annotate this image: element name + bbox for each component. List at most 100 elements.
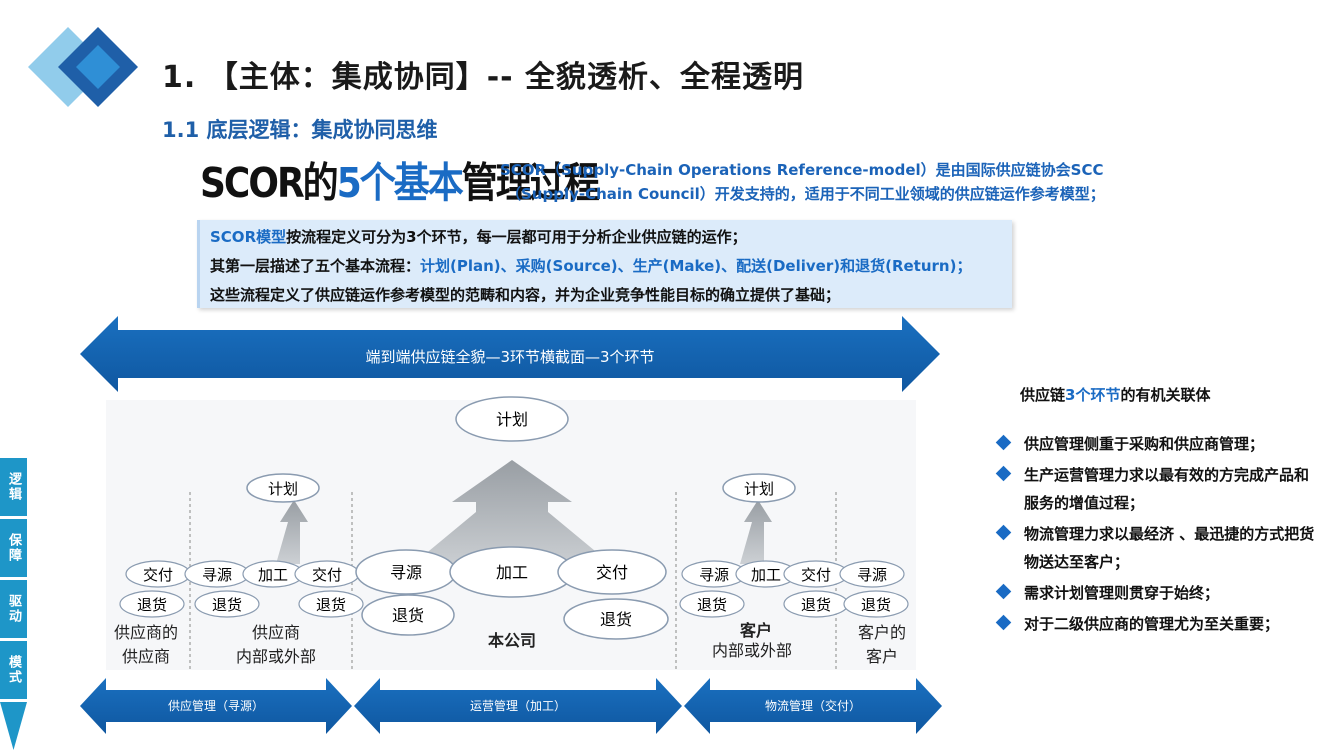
scor-process-diagram: 端到端供应链全貌—3环节横截面—3个环节 计划 计划 计划 交付 退货 寻源 加… — [80, 316, 942, 734]
customer-deliver: 交付 — [783, 560, 849, 588]
bullet-text: 对于二级供应商的管理尤为至关重要； — [1024, 615, 1280, 633]
logo-diamonds — [28, 27, 138, 107]
info-line1-highlight: SCOR模型 — [210, 228, 287, 246]
bullet-item: 对于二级供应商的管理尤为至关重要； — [995, 610, 1318, 638]
page-title: 1. 【主体：集成协同】-- 全貌透析、全程透明 — [162, 60, 805, 95]
supplier-make: 加工 — [242, 560, 304, 588]
svg-text:退货: 退货 — [600, 610, 632, 629]
scor-heading-highlight: 5个基本 — [336, 160, 464, 208]
bullet-text: 生产运营管理力求以最有效的方完成产品和服务的增值过程； — [1024, 466, 1310, 512]
info-line-1: SCOR模型按流程定义可分为3个环节，每一层都可用于分析企业供应链的运作； — [210, 226, 747, 247]
customer-return-a: 退货 — [679, 590, 745, 618]
plan-right: 计划 — [722, 473, 796, 503]
info-line-2: 其第一层描述了五个基本流程：计划(Plan)、采购(Source)、生产(Mak… — [210, 255, 971, 276]
svg-text:退货: 退货 — [137, 596, 167, 614]
company-make: 加工 — [449, 546, 575, 598]
supplier-source: 寻源 — [184, 560, 250, 588]
entity-supplier-2: 内部或外部 — [236, 647, 316, 666]
svg-text:寻源: 寻源 — [390, 563, 422, 582]
scor-desc-line2: （Supply-Chain Council）开发支持的，适用于不同工业领域的供应… — [506, 185, 1105, 203]
bullet-item: 供应管理侧重于采购和供应商管理； — [995, 430, 1318, 458]
svg-text:寻源: 寻源 — [857, 566, 887, 584]
bullet-text: 供应管理侧重于采购和供应商管理； — [1024, 435, 1265, 453]
bottom-arrow-logistics: 物流管理（交付） — [684, 678, 942, 734]
svg-text:运营管理（加工）: 运营管理（加工） — [470, 698, 566, 713]
svg-text:退货: 退货 — [212, 596, 242, 614]
company-source: 寻源 — [355, 549, 457, 595]
top-arrow-label: 端到端供应链全貌—3环节横截面—3个环节 — [365, 348, 654, 366]
svg-text:交付: 交付 — [596, 563, 628, 582]
supplier-return-a: 退货 — [194, 590, 260, 618]
customer-customer-source: 寻源 — [839, 560, 905, 588]
scor-desc-line1: SCOR（Supply-Chain Operations Reference-m… — [500, 161, 1104, 179]
company-return-out: 退货 — [563, 598, 669, 640]
company-deliver: 交付 — [557, 549, 667, 595]
bottom-arrow-operations: 运营管理（加工） — [354, 678, 682, 734]
top-double-arrow: 端到端供应链全貌—3环节横截面—3个环节 — [80, 316, 940, 392]
svg-text:退货: 退货 — [392, 606, 424, 625]
entity-supplier-1: 供应商 — [252, 623, 300, 642]
info-line2-highlight: 计划(Plan)、采购(Source)、生产(Make)、配送(Deliver)… — [420, 257, 972, 275]
company-return-in: 退货 — [361, 594, 455, 636]
svg-text:加工: 加工 — [496, 563, 528, 582]
side-nav: 逻辑 保障 驱动 模式 — [0, 458, 27, 750]
svg-text:物流管理（交付）: 物流管理（交付） — [765, 698, 861, 713]
entity-company: 本公司 — [488, 631, 536, 650]
rp-title-post: 的有机关联体 — [1120, 386, 1211, 404]
svg-text:退货: 退货 — [697, 596, 727, 614]
left-return: 退货 — [119, 590, 185, 618]
svg-text:计划: 计划 — [744, 480, 774, 498]
svg-text:交付: 交付 — [312, 566, 342, 584]
nav-tab-guarantee[interactable]: 保障 — [0, 519, 27, 577]
entity-customer-customer-2: 客户 — [866, 647, 898, 666]
svg-text:退货: 退货 — [316, 596, 346, 614]
svg-text:交付: 交付 — [801, 566, 831, 584]
bullet-text: 需求计划管理则贯穿于始终； — [1024, 584, 1220, 602]
scor-info-box: SCOR模型按流程定义可分为3个环节，每一层都可用于分析企业供应链的运作； 其第… — [197, 220, 1012, 308]
svg-text:交付: 交付 — [143, 566, 173, 584]
rp-title-pre: 供应链 — [1020, 386, 1066, 404]
bullet-item: 需求计划管理则贯穿于始终； — [995, 579, 1318, 607]
svg-text:寻源: 寻源 — [699, 566, 729, 584]
supplier-deliver: 交付 — [294, 560, 360, 588]
info-line2-pre: 其第一层描述了五个基本流程： — [210, 257, 421, 275]
plan-left: 计划 — [246, 473, 320, 503]
supplier-return-b: 退货 — [298, 590, 364, 618]
info-line1-rest: 按流程定义可分为3个环节，每一层都可用于分析企业供应链的运作； — [286, 228, 747, 246]
nav-tab-mode[interactable]: 模式 — [0, 641, 27, 699]
entity-supplier-supplier-1: 供应商的 — [114, 623, 178, 642]
left-deliver: 交付 — [125, 560, 191, 588]
svg-text:加工: 加工 — [258, 566, 288, 584]
svg-text:供应管理（寻源）: 供应管理（寻源） — [168, 698, 264, 713]
scor-description: SCOR（Supply-Chain Operations Reference-m… — [500, 158, 1140, 206]
nav-tab-drive[interactable]: 驱动 — [0, 580, 27, 638]
diamond-bullet-icon — [995, 465, 1012, 482]
right-panel-bullets: 供应管理侧重于采购和供应商管理； 生产运营管理力求以最有效的方完成产品和服务的增… — [995, 430, 1318, 641]
scor-heading-pre: SCOR的 — [200, 160, 339, 208]
entity-customer-customer-1: 客户的 — [858, 623, 906, 642]
bullet-item: 生产运营管理力求以最有效的方完成产品和服务的增值过程； — [995, 461, 1318, 517]
customer-customer-return: 退货 — [843, 590, 909, 618]
diamond-bullet-icon — [995, 524, 1012, 541]
nav-down-arrow-icon — [0, 702, 27, 750]
diamond-bullet-icon — [995, 583, 1012, 600]
customer-return-b: 退货 — [783, 590, 849, 618]
diamond-bullet-icon — [995, 434, 1012, 451]
entity-customer-1: 客户 — [740, 621, 772, 640]
section-subtitle: 1.1 底层逻辑：集成协同思维 — [162, 118, 438, 142]
svg-text:寻源: 寻源 — [202, 566, 232, 584]
entity-customer-2: 内部或外部 — [712, 641, 792, 660]
diamond-bullet-icon — [995, 614, 1012, 631]
svg-text:加工: 加工 — [751, 566, 781, 584]
svg-text:退货: 退货 — [801, 596, 831, 614]
svg-text:计划: 计划 — [496, 410, 528, 429]
rp-title-highlight: 3个环节 — [1065, 386, 1121, 404]
svg-text:退货: 退货 — [861, 596, 891, 614]
entity-supplier-supplier-2: 供应商 — [122, 647, 170, 666]
info-line-3: 这些流程定义了供应链运作参考模型的范畴和内容，并为企业竞争性能目标的确立提供了基… — [210, 286, 841, 304]
nav-tab-logic[interactable]: 逻辑 — [0, 458, 27, 516]
bullet-text: 物流管理力求以最经济 、最迅捷的方式把货物送达至客户； — [1024, 525, 1315, 571]
bullet-item: 物流管理力求以最经济 、最迅捷的方式把货物送达至客户； — [995, 520, 1318, 576]
svg-text:计划: 计划 — [268, 480, 298, 498]
bottom-arrow-supply: 供应管理（寻源） — [80, 678, 352, 734]
